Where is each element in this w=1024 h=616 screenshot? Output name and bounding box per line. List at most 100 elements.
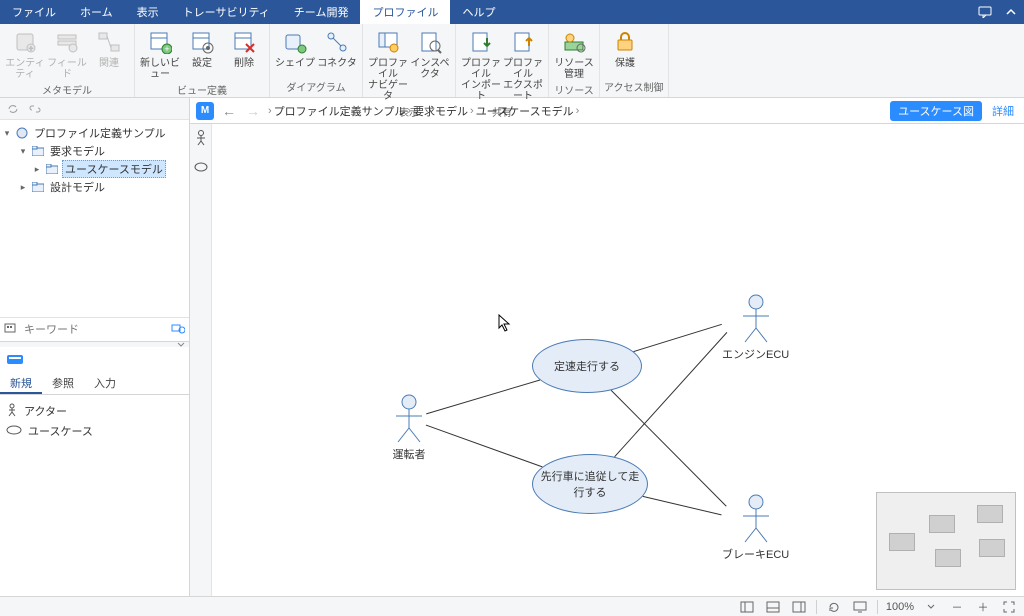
zoom-in-button[interactable]: ＋ — [974, 599, 992, 615]
profile-icon — [15, 126, 29, 140]
ribbon-group-resource: リソース管理リソース — [549, 24, 600, 97]
menu-help[interactable]: ヘルプ — [450, 0, 507, 24]
ribbon-entity-button: +エンティティ — [4, 26, 46, 80]
menu-traceability[interactable]: トレーサビリティ — [171, 0, 282, 24]
ribbon-group-viewdef: +新しいビュー設定削除ビュー定義 — [135, 24, 270, 97]
association-edge[interactable] — [426, 380, 540, 414]
window-speech-icon[interactable] — [972, 0, 998, 24]
menu-team[interactable]: チーム開発 — [282, 0, 361, 24]
relation-icon — [95, 28, 123, 56]
tab-ref[interactable]: 参照 — [42, 371, 84, 394]
ribbon-delete-button[interactable]: 削除 — [223, 26, 265, 80]
window-collapse-icon[interactable] — [998, 0, 1024, 24]
breadcrumbs[interactable]: ›プロファイル定義サンプル › 要求モデル › ユースケースモデル › — [268, 103, 579, 119]
usecase-uc1[interactable]: 定速走行する — [532, 339, 642, 393]
ribbon-group-label: メタモデル — [4, 80, 130, 100]
ribbon-inspector-button[interactable]: インスペクタ — [409, 26, 451, 102]
association-edge[interactable] — [634, 324, 722, 351]
ribbon-profimport-button[interactable]: プロファイル インポート — [460, 26, 502, 102]
search-filter-icon[interactable] — [171, 321, 185, 339]
ribbon-protect-button[interactable]: 保護 — [604, 26, 646, 77]
actor-engine[interactable]: エンジンECU — [722, 294, 789, 362]
ribbon-group-display: プロファイル ナビゲータインスペクタ表示 — [363, 24, 456, 97]
ribbon-group-label: ビュー定義 — [139, 80, 265, 100]
detail-link[interactable]: 詳細 — [988, 103, 1018, 119]
profimport-icon — [467, 28, 495, 56]
sidebar-splitter[interactable] — [0, 341, 189, 347]
tool-usecase-icon[interactable] — [194, 159, 208, 177]
status-refresh-icon[interactable] — [825, 599, 843, 615]
tree-sync-icon[interactable] — [4, 100, 22, 118]
status-bar: 100% － ＋ — [0, 596, 1024, 616]
crumb[interactable]: プロファイル定義サンプル — [274, 103, 406, 119]
menu-profile[interactable]: プロファイル — [360, 0, 450, 24]
ribbon-profilenav-button[interactable]: プロファイル ナビゲータ — [367, 26, 409, 102]
ribbon-resmgr-button[interactable]: リソース管理 — [553, 26, 595, 80]
tree-toolbar — [0, 98, 189, 120]
menu-file[interactable]: ファイル — [0, 0, 68, 24]
crumb[interactable]: 要求モデル — [413, 103, 468, 119]
menu-view[interactable]: 表示 — [125, 0, 171, 24]
zoom-out-button[interactable]: － — [948, 599, 966, 615]
shape-icon — [281, 28, 309, 56]
search-mode-icon[interactable] — [4, 321, 20, 339]
zoom-dropdown-icon[interactable] — [922, 599, 940, 615]
ribbon-newview-button[interactable]: +新しいビュー — [139, 26, 181, 80]
panel-icon — [6, 352, 24, 366]
tool-actor-icon[interactable] — [195, 130, 207, 151]
model-badge-icon: M — [196, 102, 214, 120]
sidebar: ▾ プロファイル定義サンプル ▾要求モデル▸ユースケースモデル▸設計モデル 新規… — [0, 98, 190, 596]
status-layout2-icon[interactable] — [764, 599, 782, 615]
profilenav-icon — [374, 28, 402, 56]
diagram-canvas[interactable]: 運転者 エンジンECU ブレーキECU 定速走行する先行車に追従して走行する — [212, 124, 1024, 596]
status-layout1-icon[interactable] — [738, 599, 756, 615]
canvas-toolbar — [190, 124, 212, 596]
actor-driver[interactable]: 運転者 — [392, 394, 426, 462]
tab-input[interactable]: 入力 — [84, 371, 126, 394]
nav-forward-button[interactable]: → — [244, 103, 262, 119]
viewtype-badge[interactable]: ユースケース図 — [890, 101, 982, 121]
ribbon-settings-button[interactable]: 設定 — [181, 26, 223, 80]
ribbon-field-button: フィールド — [46, 26, 88, 80]
ribbon-group-metamodel: +エンティティフィールド関連メタモデル — [0, 24, 135, 97]
crumb[interactable]: ユースケースモデル — [476, 103, 574, 119]
profexport-icon — [509, 28, 537, 56]
tree-link-icon[interactable] — [26, 100, 44, 118]
settings-icon — [188, 28, 216, 56]
svg-text:+: + — [164, 44, 169, 54]
newview-icon: + — [146, 28, 174, 56]
minimap[interactable] — [876, 492, 1016, 590]
palette-actor[interactable]: アクター — [6, 401, 183, 421]
ribbon-shape-button[interactable]: シェイプ — [274, 26, 316, 77]
search-input[interactable] — [24, 324, 167, 336]
entity-icon: + — [11, 28, 39, 56]
menu-home[interactable]: ホーム — [68, 0, 125, 24]
tree-node[interactable]: ▾要求モデル — [0, 142, 189, 160]
model-tree[interactable]: ▾ プロファイル定義サンプル ▾要求モデル▸ユースケースモデル▸設計モデル — [0, 120, 189, 317]
usecase-icon — [6, 425, 22, 438]
actor-brake[interactable]: ブレーキECU — [722, 494, 789, 562]
ribbon-profexport-button[interactable]: プロファイル エクスポート — [502, 26, 544, 102]
tree-root[interactable]: ▾ プロファイル定義サンプル — [0, 124, 189, 142]
ribbon: +エンティティフィールド関連メタモデル+新しいビュー設定削除ビュー定義シェイプコ… — [0, 24, 1024, 98]
fullscreen-icon[interactable] — [1000, 599, 1018, 615]
actor-icon — [6, 403, 18, 420]
association-edge[interactable] — [426, 425, 542, 467]
association-edge[interactable] — [643, 496, 722, 514]
nav-back-button[interactable]: ← — [220, 103, 238, 119]
package-icon — [31, 180, 45, 194]
tree-node[interactable]: ▸ユースケースモデル — [0, 160, 189, 178]
palette-usecase[interactable]: ユースケース — [6, 421, 183, 441]
tab-new[interactable]: 新規 — [0, 371, 42, 394]
protect-icon — [611, 28, 639, 56]
ribbon-connector-button[interactable]: コネクタ — [316, 26, 358, 77]
ribbon-relation-button: 関連 — [88, 26, 130, 80]
status-layout3-icon[interactable] — [790, 599, 808, 615]
status-screen-icon[interactable] — [851, 599, 869, 615]
tree-node[interactable]: ▸設計モデル — [0, 178, 189, 196]
ribbon-group-access: 保護アクセス制御 — [600, 24, 669, 97]
usecase-uc2[interactable]: 先行車に追従して走行する — [532, 454, 648, 514]
inspector-icon — [416, 28, 444, 56]
zoom-value: 100% — [886, 601, 914, 613]
field-icon — [53, 28, 81, 56]
